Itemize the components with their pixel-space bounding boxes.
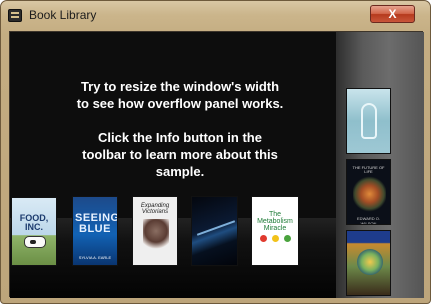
cow-image — [24, 236, 46, 248]
book-title: SEEING BLUE — [75, 212, 118, 235]
cover-tree — [353, 176, 386, 212]
cover-figure — [361, 103, 377, 139]
title-bar[interactable]: Book Library X — [1, 1, 430, 31]
book-food-inc[interactable]: FOOD, INC. — [11, 197, 57, 266]
book-title: FOOD, INC. — [19, 213, 49, 232]
book-title: The Metabolism Miracle — [257, 211, 293, 232]
close-icon: X — [388, 7, 397, 21]
book-expanding-victorians[interactable]: Expanding Victorians — [132, 196, 178, 266]
info-line: toolbar to learn more about this — [82, 147, 278, 162]
red-dot — [260, 235, 267, 242]
book-overflow-1[interactable] — [346, 88, 391, 154]
main-content: Try to resize the window's width to see … — [10, 32, 336, 218]
book-dark-cover[interactable] — [191, 196, 238, 266]
info-message: Try to resize the window's width to see … — [30, 78, 330, 180]
book-author: EDWARD O. WILSON — [357, 216, 380, 225]
book-metabolism-miracle[interactable]: The Metabolism Miracle — [251, 196, 299, 266]
cover-light-streak — [196, 220, 236, 236]
book-future-of-life[interactable]: THE FUTURE OF LIFE EDWARD O. WILSON — [346, 159, 391, 225]
book-overflow-3[interactable] — [346, 230, 391, 296]
book-title: Expanding Victorians — [140, 203, 170, 215]
bookshelf-icon — [8, 9, 22, 22]
close-button[interactable]: X — [370, 5, 415, 23]
info-line: to see how overflow panel works. — [76, 96, 284, 111]
yellow-dot — [272, 235, 279, 242]
window-title: Book Library — [29, 8, 97, 22]
info-line: sample. — [155, 164, 205, 179]
cover-illustration — [143, 219, 169, 249]
book-seeing-blue[interactable]: SEEING BLUE SYLVIA A. EARLE — [72, 196, 118, 266]
green-dot — [284, 235, 291, 242]
cover-disc — [357, 249, 383, 275]
info-line: Click the Info button in the — [98, 130, 262, 145]
book-author: SYLVIA A. EARLE — [78, 255, 112, 260]
book-title: THE FUTURE OF LIFE — [352, 165, 385, 174]
cover-dots — [260, 235, 292, 243]
app-window: Book Library X Try to resize the window'… — [0, 0, 431, 304]
info-line: Try to resize the window's width — [80, 79, 280, 94]
